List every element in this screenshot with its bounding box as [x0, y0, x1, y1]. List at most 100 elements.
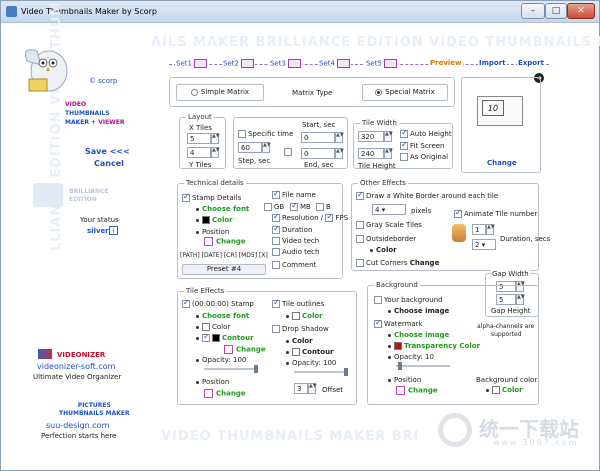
your-background-checkbox[interactable]: Your background: [374, 296, 443, 304]
gb-checkbox[interactable]: GB: [264, 203, 284, 211]
tab-import[interactable]: Import: [478, 59, 507, 67]
step-input[interactable]: 60: [238, 142, 262, 153]
stamp-details-checkbox[interactable]: Stamp Details: [182, 192, 241, 202]
x-tiles-label: X Tiles: [189, 124, 212, 132]
tab-set4[interactable]: Set4: [318, 59, 352, 68]
end-checkbox[interactable]: [284, 148, 294, 156]
tile-height-spinner[interactable]: ▲▼: [384, 148, 393, 159]
tab-export[interactable]: Export: [517, 59, 545, 67]
matrix-preview-image: 10: [477, 96, 523, 126]
special-matrix-option[interactable]: Special Matrix: [362, 84, 448, 101]
duration-checkbox[interactable]: Duration: [272, 224, 312, 234]
tile-position-change[interactable]: Change: [204, 389, 246, 398]
offset-spinner[interactable]: ▲▼: [308, 383, 317, 394]
minimize-button[interactable]: –: [521, 3, 545, 19]
tab-set5[interactable]: Set5: [365, 59, 399, 68]
save-button[interactable]: Save <<<: [85, 147, 130, 156]
audio-tech-checkbox[interactable]: Audio tech: [272, 248, 319, 256]
watermark-checkbox[interactable]: Watermark: [374, 318, 423, 328]
shadow-opacity-slider[interactable]: [294, 368, 348, 376]
other-effects-legend: Other Effects: [358, 179, 408, 187]
transparency-color[interactable]: Transparency Color: [388, 342, 480, 350]
white-border-checkbox[interactable]: Draw a White Border around each tile: [356, 190, 498, 200]
tab-set1[interactable]: Set1: [175, 59, 209, 68]
tile-choose-font[interactable]: Choose font: [196, 312, 249, 320]
video-tech-checkbox[interactable]: Video tech: [272, 237, 319, 245]
tab-preview[interactable]: Preview: [429, 59, 463, 67]
tile-number-input[interactable]: 1: [472, 224, 486, 235]
stamp-checkbox[interactable]: (00:00:00) Stamp: [182, 298, 254, 308]
as-original-checkbox[interactable]: As Original: [400, 153, 448, 161]
tile-color[interactable]: Color: [196, 323, 230, 331]
cancel-button[interactable]: Cancel: [94, 159, 124, 168]
app-icon: [6, 6, 17, 17]
y-tiles-input[interactable]: 4: [187, 147, 211, 158]
watermark-choose-image[interactable]: Choose image: [388, 331, 449, 339]
b-checkbox[interactable]: B: [316, 203, 331, 211]
comment-checkbox[interactable]: Comment: [272, 261, 316, 269]
step-spinner[interactable]: ▲▼: [262, 142, 271, 153]
x-tiles-input[interactable]: 5: [187, 133, 211, 144]
resolution-checkbox[interactable]: Resolution / FPS: [272, 212, 348, 222]
tile-height-input[interactable]: 240: [358, 148, 384, 159]
site-watermark-icon: [438, 413, 472, 447]
close-button[interactable]: ✕: [567, 3, 595, 19]
cut-corners-checkbox[interactable]: Cut Corners Change: [356, 259, 439, 267]
fit-screen-checkbox[interactable]: Fit Screen: [400, 140, 445, 150]
auto-height-checkbox[interactable]: Auto Height: [400, 128, 452, 138]
tab-set2[interactable]: Set2: [222, 59, 256, 68]
contour-change[interactable]: Change: [224, 345, 266, 354]
stamp-choose-font[interactable]: Choose font: [196, 205, 249, 213]
watermark-position-change[interactable]: Change: [396, 386, 438, 395]
pictures-maker-name: PICTURES THUMBNAILS MAKER: [59, 402, 130, 417]
background-color-swatch[interactable]: Color: [486, 386, 523, 394]
duration-label: Duration, secs: [500, 235, 551, 243]
start-spinner[interactable]: ▲▼: [335, 132, 344, 143]
end-spinner[interactable]: ▲▼: [335, 148, 344, 159]
file-name-checkbox[interactable]: File name: [272, 189, 316, 199]
outsideborder-color[interactable]: Color: [370, 246, 397, 254]
animate-tile-number-checkbox[interactable]: Animate Tile number: [454, 208, 537, 218]
watermark-opacity-slider[interactable]: [396, 362, 450, 370]
mb-checkbox[interactable]: MB: [290, 201, 311, 211]
step-label: Step, sec: [238, 157, 271, 165]
animate-jar-icon: [452, 224, 466, 242]
preset-button[interactable]: Preset #4: [182, 264, 266, 275]
tile-width-spinner[interactable]: ▲▼: [384, 131, 393, 142]
bg-choose-image[interactable]: Choose image: [388, 307, 449, 315]
shadow-color[interactable]: Color: [286, 337, 313, 345]
outlines-color[interactable]: Color: [286, 312, 323, 320]
stamp-position-change[interactable]: Change: [204, 237, 246, 246]
stamp-color[interactable]: Color: [196, 216, 233, 224]
end-input[interactable]: 0: [301, 148, 335, 159]
x-tiles-spinner[interactable]: ▲▼: [211, 133, 220, 144]
watermark-opacity-label: Opacity: 10: [388, 353, 434, 361]
offset-input[interactable]: 3: [294, 383, 308, 394]
drop-shadow-checkbox[interactable]: Drop Shadow: [272, 325, 329, 333]
matrix-change-button[interactable]: Change: [487, 159, 517, 167]
gray-scale-checkbox[interactable]: Gray Scale Tiles: [356, 221, 422, 229]
status-info-icon[interactable]: i: [109, 226, 118, 235]
tile-opacity-slider[interactable]: [204, 365, 258, 373]
outsideborder-checkbox[interactable]: Outsideborder: [356, 235, 416, 243]
status-label: Your status: [80, 216, 119, 224]
videonizer-name: VIDEONIZER: [57, 351, 106, 359]
technical-details-group: Technical details Stamp Details Choose f…: [177, 179, 348, 279]
maximize-button[interactable]: □: [545, 3, 567, 19]
watermark-text-top: AILS MAKER BRILLIANCE EDITION VIDEO THUM…: [151, 35, 600, 50]
shadow-contour[interactable]: Contour: [286, 348, 334, 356]
specific-time-checkbox[interactable]: Specific time: [238, 130, 293, 138]
tile-number-spinner[interactable]: ▲▼: [486, 224, 495, 235]
duration-select[interactable]: 2 ▾: [472, 239, 496, 250]
tile-contour[interactable]: Contour: [196, 332, 254, 342]
y-tiles-spinner[interactable]: ▲▼: [211, 147, 220, 158]
tab-set3[interactable]: Set3: [269, 59, 303, 68]
videonizer-link[interactable]: videonizer-soft.com: [37, 362, 115, 371]
tile-width-input[interactable]: 320: [358, 131, 384, 142]
tile-outlines-checkbox[interactable]: Tile outlines: [272, 298, 324, 308]
start-input[interactable]: 0: [301, 132, 335, 143]
window-title: Video Thumbnails Maker by Scorp: [21, 7, 157, 16]
simple-matrix-option[interactable]: Simple Matrix: [176, 84, 264, 101]
border-pixels-select[interactable]: 4 ▾: [372, 204, 406, 215]
pictures-maker-link[interactable]: suu-design.com: [46, 421, 109, 430]
